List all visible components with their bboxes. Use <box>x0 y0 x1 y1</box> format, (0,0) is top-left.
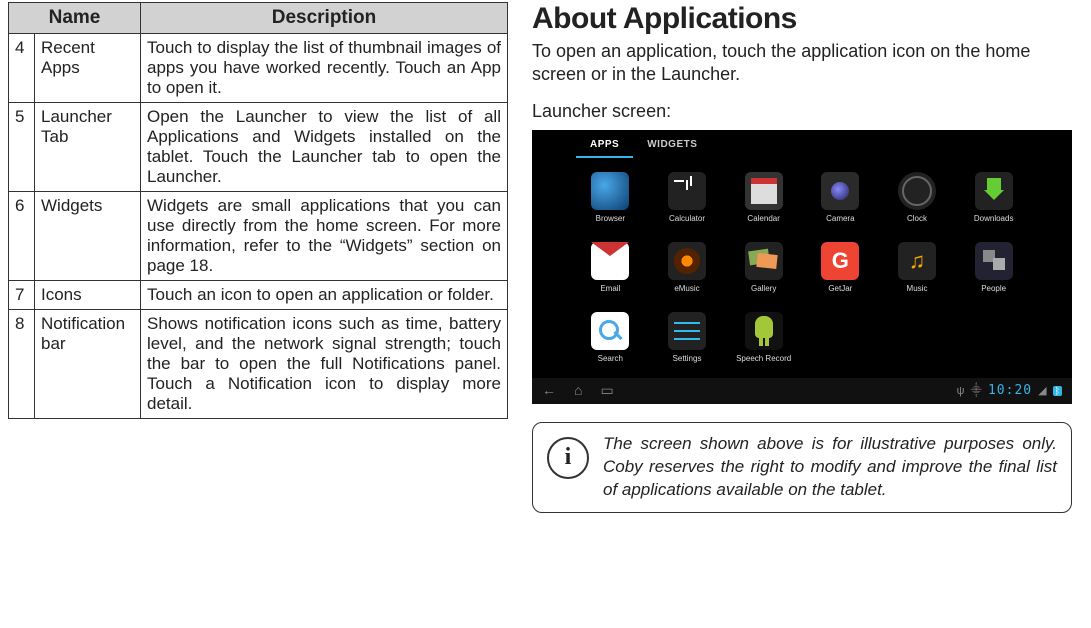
row-name: Launcher Tab <box>35 103 141 192</box>
gallery-icon <box>745 242 783 280</box>
row-name: Icons <box>35 281 141 310</box>
app-grid: Browser Calculator Calendar Camera Clock Down… <box>532 158 1072 378</box>
app-label: Calculator <box>669 214 705 223</box>
clock-text: 10:20 <box>988 383 1032 398</box>
bt-icon: ᛒ <box>1053 386 1062 396</box>
app-label: Calendar <box>747 214 779 223</box>
app-emusic[interactable]: eMusic <box>651 242 724 308</box>
app-browser[interactable]: Browser <box>574 172 647 238</box>
app-label: Downloads <box>974 214 1014 223</box>
table-row: 4Recent AppsTouch to display the list of… <box>9 34 508 103</box>
row-num: 8 <box>9 310 35 419</box>
wifi-icon: ⸎ <box>971 383 982 398</box>
app-label: People <box>981 284 1006 293</box>
app-downloads[interactable]: Downloads <box>957 172 1030 238</box>
browser-icon <box>591 172 629 210</box>
th-desc: Description <box>141 3 508 34</box>
people-icon <box>975 242 1013 280</box>
table-row: 5Launcher TabOpen the Launcher to view t… <box>9 103 508 192</box>
row-name: Widgets <box>35 192 141 281</box>
usb-icon: ψ <box>957 385 965 397</box>
signal-icon: ◢ <box>1038 384 1046 397</box>
nav-bar: ← ⌂ ▭ ψ ⸎ 10:20 ◢ ᛒ <box>532 378 1072 404</box>
app-getjar[interactable]: G GetJar <box>804 242 877 308</box>
row-desc: Open the Launcher to view the list of al… <box>141 103 508 192</box>
app-label: Music <box>907 284 928 293</box>
email-icon <box>591 242 629 280</box>
app-camera[interactable]: Camera <box>804 172 877 238</box>
app-label: Search <box>598 354 623 363</box>
music-icon <box>898 242 936 280</box>
desc-table: Name Description 4Recent AppsTouch to di… <box>8 2 508 419</box>
app-label: GetJar <box>828 284 852 293</box>
app-email[interactable]: Email <box>574 242 647 308</box>
app-clock[interactable]: Clock <box>881 172 954 238</box>
app-calculator[interactable]: Calculator <box>651 172 724 238</box>
clock-icon <box>898 172 936 210</box>
tab-bar: APPSWIDGETS <box>532 130 1072 158</box>
row-num: 5 <box>9 103 35 192</box>
app-label: Clock <box>907 214 927 223</box>
page-title: About Applications <box>532 2 1072 36</box>
downloads-icon <box>975 172 1013 210</box>
calculator-icon <box>668 172 706 210</box>
row-num: 6 <box>9 192 35 281</box>
app-label: Speech Record <box>736 354 791 363</box>
info-icon: i <box>547 437 589 479</box>
app-settings[interactable]: Settings <box>651 312 724 378</box>
search-icon <box>591 312 629 350</box>
table-row: 8Notification barShows notification icon… <box>9 310 508 419</box>
row-name: Notification bar <box>35 310 141 419</box>
table-row: 6WidgetsWidgets are small applications t… <box>9 192 508 281</box>
sub-text: Launcher screen: <box>532 101 1072 122</box>
back-icon[interactable]: ← <box>542 382 556 399</box>
emusic-icon <box>668 242 706 280</box>
row-desc: Touch to display the list of thumbnail i… <box>141 34 508 103</box>
lead-text: To open an application, touch the applic… <box>532 40 1072 87</box>
info-callout: i The screen shown above is for illustra… <box>532 422 1072 513</box>
app-people[interactable]: People <box>957 242 1030 308</box>
tab-widgets[interactable]: WIDGETS <box>633 133 711 158</box>
row-desc: Touch an icon to open an application or … <box>141 281 508 310</box>
table-row: 7IconsTouch an icon to open an applicati… <box>9 281 508 310</box>
row-name: Recent Apps <box>35 34 141 103</box>
app-label: Email <box>600 284 620 293</box>
camera-icon <box>821 172 859 210</box>
app-speech-record[interactable]: Speech Record <box>727 312 800 378</box>
row-desc: Shows notification icons such as time, b… <box>141 310 508 419</box>
th-name: Name <box>9 3 141 34</box>
row-num: 4 <box>9 34 35 103</box>
row-num: 7 <box>9 281 35 310</box>
speech-record-icon <box>745 312 783 350</box>
launcher-screenshot: APPSWIDGETS Browser Calculator Calendar Cam… <box>532 130 1072 404</box>
app-music[interactable]: Music <box>881 242 954 308</box>
app-label: Gallery <box>751 284 776 293</box>
app-search[interactable]: Search <box>574 312 647 378</box>
app-label: Settings <box>673 354 702 363</box>
home-icon[interactable]: ⌂ <box>574 382 582 399</box>
getjar-icon: G <box>821 242 859 280</box>
row-desc: Widgets are small applications that you … <box>141 192 508 281</box>
app-label: Camera <box>826 214 854 223</box>
calendar-icon <box>745 172 783 210</box>
tab-apps[interactable]: APPS <box>576 133 633 158</box>
info-text: The screen shown above is for illustrati… <box>603 433 1057 502</box>
recent-icon[interactable]: ▭ <box>600 382 613 399</box>
app-gallery[interactable]: Gallery <box>727 242 800 308</box>
settings-icon <box>668 312 706 350</box>
app-calendar[interactable]: Calendar <box>727 172 800 238</box>
app-label: eMusic <box>674 284 699 293</box>
app-label: Browser <box>596 214 625 223</box>
